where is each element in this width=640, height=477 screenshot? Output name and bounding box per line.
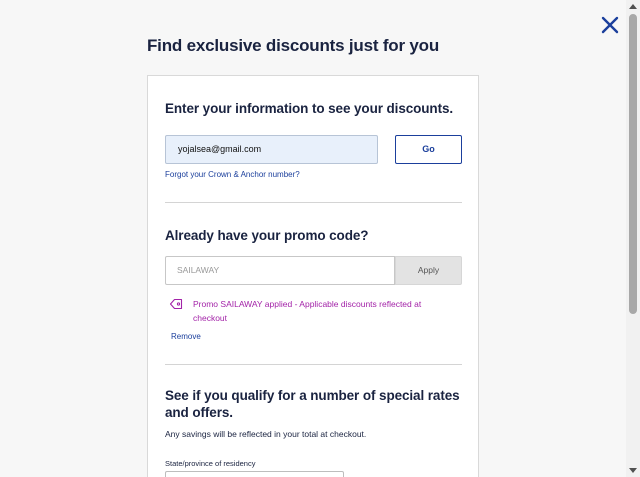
promo-heading: Already have your promo code? [165,228,369,243]
divider [165,364,462,365]
state-select[interactable] [165,471,344,477]
promo-code-input[interactable]: SAILAWAY [165,256,395,285]
remove-promo-link[interactable]: Remove [171,332,201,341]
scroll-down-arrow-icon[interactable] [629,468,637,473]
apply-button[interactable]: Apply [395,256,462,285]
close-icon [601,16,619,34]
discount-card: Enter your information to see your disco… [147,75,479,477]
scroll-up-arrow-icon[interactable] [629,4,637,9]
close-button[interactable] [598,13,622,37]
scrollbar-thumb[interactable] [629,14,637,314]
info-heading: Enter your information to see your disco… [165,101,454,116]
qualify-heading: See if you qualify for a number of speci… [165,388,460,420]
scrollbar[interactable] [626,0,640,477]
state-label: State/province of residency [165,459,256,468]
divider [165,202,462,203]
go-button[interactable]: Go [395,135,462,164]
tag-icon [169,297,183,310]
email-input[interactable]: yojalsea@gmail.com [165,135,378,164]
promo-applied-message: Promo SAILAWAY applied - Applicable disc… [193,299,422,323]
forgot-crown-anchor-link[interactable]: Forgot your Crown & Anchor number? [165,170,300,179]
modal-title: Find exclusive discounts just for you [147,36,440,55]
qualify-subtext: Any savings will be reflected in your to… [165,429,367,439]
